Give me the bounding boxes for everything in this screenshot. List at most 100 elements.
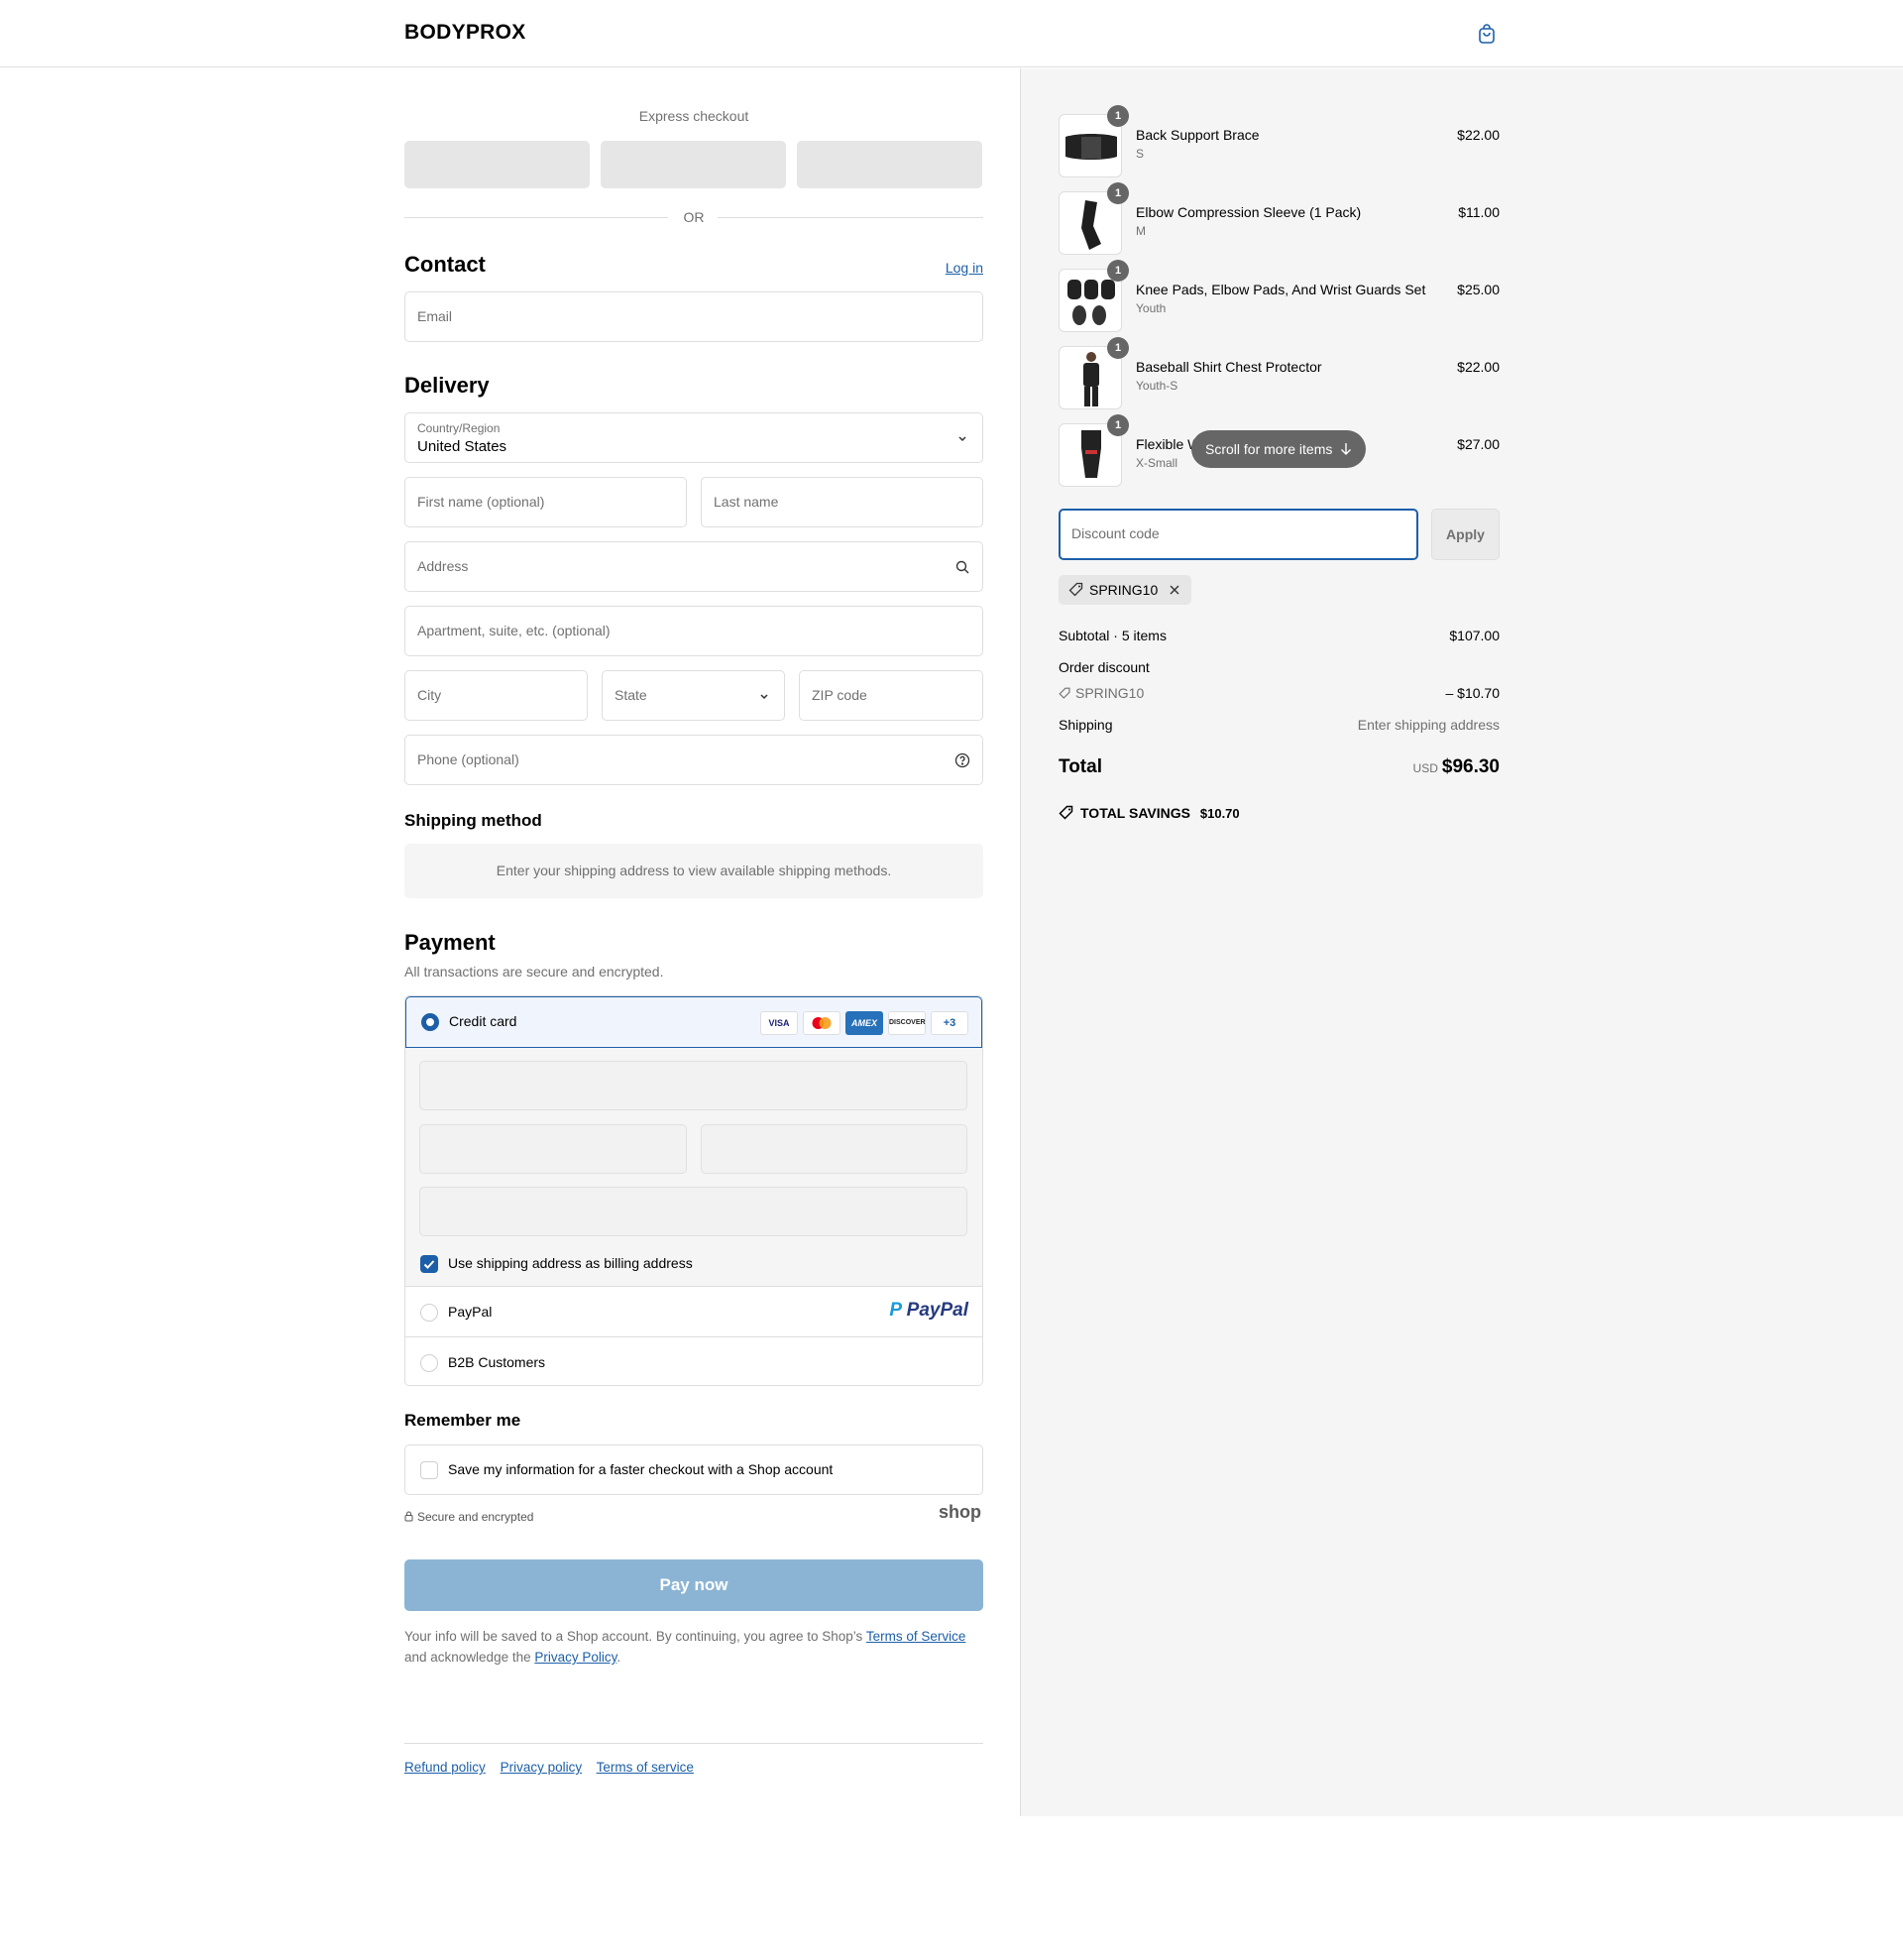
paypal-radio[interactable] [420, 1304, 438, 1322]
item-price: $27.00 [1457, 436, 1500, 452]
item-price: $11.00 [1458, 204, 1500, 220]
cart-item: 1 Baseball Shirt Chest Protector Youth-S… [1059, 337, 1500, 409]
discount-code-input[interactable]: Discount code [1059, 509, 1418, 560]
item-name: Elbow Compression Sleeve (1 Pack) [1136, 204, 1362, 220]
address-field[interactable]: Address [404, 541, 983, 592]
legal-prefix: Your info will be saved to a Shop accoun… [404, 1629, 866, 1644]
express-pay-button-2[interactable] [601, 141, 786, 188]
arrow-down-icon [1341, 443, 1351, 455]
total-value: $96.30 [1441, 756, 1500, 777]
first-name-field[interactable]: First name (optional) [404, 477, 687, 527]
quantity-badge: 1 [1107, 337, 1129, 359]
footer-privacy-link[interactable]: Privacy policy [501, 1760, 583, 1775]
total-savings-value: $10.70 [1199, 806, 1240, 821]
apartment-field[interactable]: Apartment, suite, etc. (optional) [404, 606, 983, 656]
email-placeholder: Email [417, 308, 453, 324]
total-row: Total USD $96.30 [1059, 756, 1500, 784]
pay-now-button[interactable]: Pay now [404, 1559, 983, 1611]
item-name: Baseball Shirt Chest Protector [1136, 359, 1322, 375]
last-name-field[interactable]: Last name [701, 477, 983, 527]
country-label: Country/Region [417, 421, 501, 435]
item-variant: S [1136, 147, 1145, 161]
total-label: Total [1059, 756, 1102, 777]
country-select[interactable]: Country/Region United States [404, 412, 983, 463]
terms-of-service-link[interactable]: Terms of Service [866, 1629, 966, 1644]
help-circle-icon[interactable] [954, 752, 970, 768]
discount-placeholder: Discount code [1071, 525, 1160, 541]
phone-field[interactable]: Phone (optional) [404, 735, 983, 785]
phone-placeholder: Phone (optional) [417, 751, 519, 767]
lock-icon [404, 1511, 413, 1522]
item-price: $22.00 [1457, 359, 1500, 375]
card-form: Use shipping address as billing address [405, 1048, 982, 1287]
remove-discount-icon[interactable] [1169, 584, 1180, 596]
shop-logo: shop [939, 1502, 981, 1522]
header: BODYPROX [0, 0, 1903, 67]
billing-same-checkbox[interactable] [420, 1255, 438, 1273]
paypal-option[interactable]: PayPal P PayPal [405, 1288, 982, 1337]
zip-field[interactable]: ZIP code [799, 670, 983, 721]
card-number-field[interactable] [419, 1061, 967, 1110]
remember-me-title: Remember me [404, 1411, 521, 1430]
total-savings-row: TOTAL SAVINGS $10.70 [1059, 805, 1500, 821]
card-expiry-field[interactable] [419, 1124, 687, 1174]
search-icon [955, 560, 969, 574]
discount-code-label: SPRING10 [1075, 685, 1145, 701]
save-info-checkbox[interactable] [420, 1461, 438, 1479]
item-variant: Youth-S [1136, 379, 1178, 393]
scroll-hint-label: Scroll for more items [1205, 441, 1333, 457]
quantity-badge: 1 [1107, 414, 1129, 436]
item-name: Knee Pads, Elbow Pads, And Wrist Guards … [1136, 282, 1426, 297]
tag-icon [1068, 582, 1083, 597]
express-pay-button-1[interactable] [404, 141, 590, 188]
shipping-method-notice: Enter your shipping address to view avai… [404, 844, 983, 898]
applied-discount-chip: SPRING10 [1059, 575, 1191, 605]
paypal-logo: P PayPal [889, 1300, 968, 1322]
contact-title: Contact [404, 252, 486, 277]
b2b-option[interactable]: B2B Customers [405, 1338, 982, 1385]
credit-card-option[interactable]: Credit card VISA AMEX DISCOVER +3 [405, 996, 982, 1048]
quantity-badge: 1 [1107, 182, 1129, 204]
scroll-for-more-button[interactable]: Scroll for more items [1191, 430, 1366, 468]
payment-title: Payment [404, 930, 496, 955]
country-value: United States [417, 438, 507, 455]
apply-discount-button[interactable]: Apply [1431, 509, 1500, 560]
or-divider: OR [404, 207, 983, 227]
item-variant: Youth [1136, 301, 1167, 315]
credit-card-label: Credit card [449, 1013, 517, 1029]
cart-item: 1 Elbow Compression Sleeve (1 Pack) M $1… [1059, 182, 1500, 255]
card-name-field[interactable] [419, 1187, 967, 1236]
privacy-policy-link[interactable]: Privacy Policy [534, 1650, 616, 1665]
store-logo[interactable]: BODYPROX [404, 21, 526, 45]
remember-me-box[interactable]: Save my information for a faster checkou… [404, 1444, 983, 1495]
cart-item: 1 Knee Pads, Elbow Pads, And Wrist Guard… [1059, 260, 1500, 332]
subtotal-row: Subtotal · 5 items $107.00 [1059, 628, 1500, 643]
quantity-badge: 1 [1107, 260, 1129, 282]
refund-policy-link[interactable]: Refund policy [404, 1760, 486, 1775]
card-cvc-field[interactable] [701, 1124, 967, 1174]
first-name-placeholder: First name (optional) [417, 494, 545, 510]
save-info-label: Save my information for a faster checkou… [448, 1461, 834, 1477]
shipping-method-title: Shipping method [404, 811, 542, 830]
item-variant: M [1136, 224, 1146, 238]
bag-icon[interactable] [1475, 22, 1499, 46]
secure-note: Secure and encrypted [404, 1510, 533, 1524]
footer-terms-link[interactable]: Terms of service [597, 1760, 694, 1775]
item-price: $25.00 [1457, 282, 1500, 297]
chevron-down-icon [760, 694, 768, 700]
applied-code-label: SPRING10 [1089, 582, 1159, 598]
city-placeholder: City [417, 687, 442, 703]
delivery-title: Delivery [404, 373, 490, 398]
paypal-label: PayPal [448, 1304, 493, 1320]
tag-icon [1059, 805, 1073, 820]
discount-code-row: SPRING10 – $10.70 [1059, 685, 1500, 701]
email-field[interactable]: Email [404, 291, 983, 342]
state-select[interactable]: State [602, 670, 785, 721]
express-pay-button-3[interactable] [797, 141, 982, 188]
discount-value: – $10.70 [1445, 685, 1501, 701]
login-link[interactable]: Log in [946, 260, 983, 276]
city-field[interactable]: City [404, 670, 588, 721]
billing-same-label: Use shipping address as billing address [448, 1255, 693, 1271]
b2b-radio[interactable] [420, 1354, 438, 1372]
credit-card-radio[interactable] [421, 1013, 439, 1031]
